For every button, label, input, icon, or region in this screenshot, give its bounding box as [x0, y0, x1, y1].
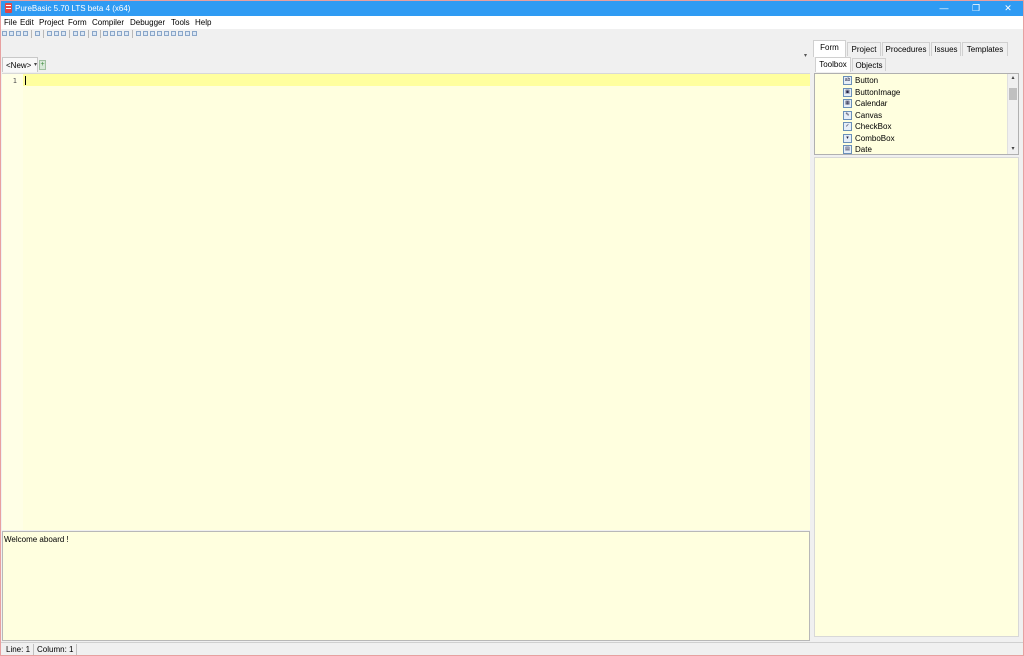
- new-file-icon[interactable]: [2, 31, 7, 36]
- canvas-icon: ✎: [843, 110, 852, 120]
- debug-kill-icon[interactable]: [185, 31, 190, 36]
- log-panel[interactable]: Welcome aboard !: [2, 531, 810, 641]
- code-editor[interactable]: 1: [2, 73, 810, 530]
- debug-breakpoint-icon[interactable]: [171, 31, 176, 36]
- close-button[interactable]: ✕: [993, 1, 1023, 16]
- tab-project[interactable]: Project: [847, 42, 881, 56]
- purebasic-logo-icon: [5, 3, 12, 13]
- toolbox-item-label: CheckBox: [855, 122, 892, 131]
- toolbar-separator: [43, 30, 44, 38]
- debug-step-icon[interactable]: [150, 31, 155, 36]
- debug-stop-icon[interactable]: [136, 31, 141, 36]
- debug-step-over-icon[interactable]: [157, 31, 162, 36]
- debug-exit-icon[interactable]: [192, 31, 197, 36]
- line-number-gutter: 1: [2, 74, 23, 530]
- button-image-icon: ▣: [843, 87, 852, 97]
- redo-icon[interactable]: [80, 31, 85, 36]
- syntax-check-icon[interactable]: [117, 31, 122, 36]
- save-as-icon[interactable]: [23, 31, 28, 36]
- copy-icon[interactable]: [54, 31, 59, 36]
- status-bar: Line: 1 Column: 1: [1, 642, 1023, 655]
- toolbar-separator: [88, 30, 89, 38]
- scrollbar-thumb[interactable]: [1009, 88, 1017, 100]
- toolbar-separator: [100, 30, 101, 38]
- compile-run-icon[interactable]: [103, 31, 108, 36]
- debug-step-out-icon[interactable]: [164, 31, 169, 36]
- undo-icon[interactable]: [73, 31, 78, 36]
- date-icon: ▤: [843, 145, 852, 154]
- window-title: PureBasic 5.70 LTS beta 4 (x64): [15, 4, 131, 13]
- menu-project[interactable]: Project: [39, 18, 64, 28]
- tab-issues[interactable]: Issues: [931, 42, 961, 56]
- debug-clear-icon[interactable]: [178, 31, 183, 36]
- toolbar-separator: [31, 30, 32, 38]
- toolbox-item-label: Button: [855, 76, 879, 85]
- properties-area[interactable]: [814, 157, 1019, 637]
- toolbox-item-label: Canvas: [855, 110, 883, 120]
- menu-compiler[interactable]: Compiler: [92, 18, 124, 28]
- minimize-button[interactable]: —: [929, 1, 959, 16]
- calendar-icon: ▦: [843, 99, 852, 108]
- app-window: PureBasic 5.70 LTS beta 4 (x64) — ❐ ✕ Fi…: [0, 0, 1024, 656]
- status-divider: [76, 644, 77, 655]
- debug-continue-icon[interactable]: [143, 31, 148, 36]
- tab-form[interactable]: Form: [813, 40, 846, 57]
- add-tab-button[interactable]: +: [39, 60, 46, 70]
- status-column: Column: 1: [37, 645, 74, 654]
- menu-form[interactable]: Form: [68, 18, 87, 28]
- toolbox-item-label: Date: [855, 145, 872, 154]
- tab-templates[interactable]: Templates: [962, 42, 1008, 56]
- combobox-icon: ▾: [843, 133, 852, 143]
- menu-help[interactable]: Help: [195, 18, 211, 28]
- toolbar-separator: [69, 30, 70, 38]
- title-bar[interactable]: PureBasic 5.70 LTS beta 4 (x64) — ❐ ✕: [1, 1, 1023, 16]
- paste-icon[interactable]: [61, 31, 66, 36]
- toolbar-separator: [132, 30, 133, 38]
- scroll-up-icon[interactable]: ▴: [1009, 74, 1017, 83]
- status-divider: [33, 644, 34, 655]
- toolbox-item-label: Calendar: [855, 99, 888, 108]
- menu-file[interactable]: File: [4, 18, 17, 28]
- tool-panel: Form Project Procedures Issues Templates…: [811, 39, 1023, 641]
- text-caret: [25, 76, 26, 85]
- toolbar: [1, 29, 1023, 39]
- toolbox-scrollbar[interactable]: ▴ ▾: [1007, 74, 1018, 154]
- file-tab-new[interactable]: <New> ▾: [2, 57, 38, 72]
- line-number: 1: [12, 77, 17, 85]
- toolbox-item-label: ButtonImage: [855, 87, 901, 97]
- open-file-icon[interactable]: [9, 31, 14, 36]
- cut-icon[interactable]: [47, 31, 52, 36]
- restore-button[interactable]: ❐: [961, 1, 991, 16]
- scroll-down-icon[interactable]: ▾: [1009, 145, 1017, 154]
- find-icon[interactable]: [92, 31, 97, 36]
- create-executable-icon[interactable]: [124, 31, 129, 36]
- save-icon[interactable]: [16, 31, 21, 36]
- tab-list-chevron-icon[interactable]: ▾: [804, 52, 807, 59]
- button-icon: ab: [843, 76, 852, 85]
- subtab-toolbox[interactable]: Toolbox: [815, 57, 851, 72]
- menu-bar: File Edit Project Form Compiler Debugger…: [1, 16, 1023, 29]
- toolbox-list[interactable]: ab Button ▣ ButtonImage ▦ Calendar ✎ Can…: [814, 73, 1019, 155]
- file-tab-label: <New>: [6, 61, 32, 70]
- chevron-down-icon[interactable]: ▾: [34, 61, 37, 68]
- checkbox-icon: ✓: [843, 122, 852, 131]
- menu-tools[interactable]: Tools: [171, 18, 190, 28]
- toolbox-item-label: ComboBox: [855, 133, 895, 143]
- tab-procedures[interactable]: Procedures: [882, 42, 930, 56]
- run-icon[interactable]: [110, 31, 115, 36]
- status-line: Line: 1: [6, 645, 31, 654]
- subtab-objects[interactable]: Objects: [852, 58, 886, 71]
- close-file-icon[interactable]: [35, 31, 40, 36]
- menu-edit[interactable]: Edit: [20, 18, 34, 28]
- current-line-highlight: [23, 74, 810, 86]
- menu-debugger[interactable]: Debugger: [130, 18, 165, 28]
- log-message: Welcome aboard !: [4, 535, 69, 544]
